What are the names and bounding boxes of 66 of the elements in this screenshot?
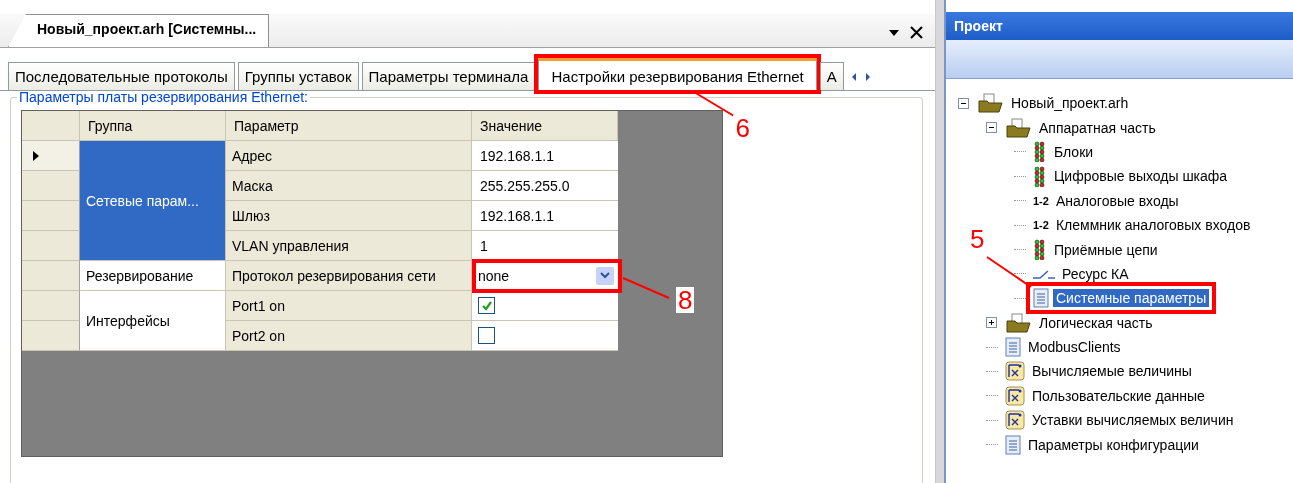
checkbox[interactable]: [478, 327, 495, 344]
folder-icon: [1006, 312, 1032, 333]
tree-item[interactable]: Системные параметры: [1053, 289, 1210, 308]
table-cell: VLAN управления: [226, 231, 472, 261]
collapse-icon[interactable]: [958, 97, 969, 109]
folder-icon: [1006, 117, 1032, 138]
tab[interactable]: Параметры терминала: [361, 62, 536, 90]
tree-item[interactable]: Аппаратная часть: [1036, 118, 1159, 137]
calculator-icon: [1005, 410, 1025, 431]
calculator-icon: [1005, 385, 1025, 406]
leader-line: [693, 91, 736, 117]
table-cell: Протокол резервирования сети: [226, 261, 472, 291]
column-header[interactable]: Группа: [80, 111, 226, 141]
table-cell[interactable]: Резервирование: [80, 261, 226, 291]
tree-item[interactable]: Уставки вычисляемых величин: [1029, 411, 1237, 430]
panel-title: Проект: [954, 18, 1003, 34]
header-corner: [22, 111, 80, 141]
table-cell: Маска: [226, 171, 472, 201]
tab[interactable]: Группы уставок: [237, 62, 359, 90]
checkbox[interactable]: [478, 297, 495, 314]
table-cell[interactable]: Сетевые парам...: [80, 141, 226, 261]
callout-number: 8: [676, 286, 695, 313]
table-cell: Port2 on: [226, 321, 472, 351]
table-cell: Шлюз: [226, 201, 472, 231]
leader-line: [622, 276, 670, 299]
tree-item[interactable]: ModbusClients: [1025, 338, 1124, 357]
calculator-icon: [1005, 361, 1025, 382]
tab[interactable]: А: [819, 62, 844, 90]
leader-line: [986, 256, 1032, 289]
tree-item[interactable]: Пользовательские данные: [1029, 386, 1208, 405]
table-cell[interactable]: 1: [476, 237, 488, 254]
tree-item[interactable]: Новый_проект.arh: [1008, 94, 1132, 113]
tree-item[interactable]: Клеммник аналоговых входов: [1052, 216, 1254, 235]
table-cell: Адрес: [226, 141, 472, 171]
tree-item[interactable]: Параметры конфигурации: [1025, 435, 1202, 454]
tree-item[interactable]: Цифровые выходы шкафа: [1051, 167, 1231, 186]
tab[interactable]: Последовательные протоколы: [8, 62, 235, 90]
switch-icon: [1033, 267, 1055, 280]
folder-icon: [978, 93, 1004, 114]
dropdown-icon[interactable]: [888, 28, 900, 37]
led-icon: [1033, 165, 1047, 187]
column-header[interactable]: Значение: [472, 111, 618, 141]
tree-item[interactable]: Аналоговые входы: [1052, 191, 1182, 210]
table-cell: Port1 on: [226, 291, 472, 321]
document-icon: [1033, 288, 1049, 309]
document-icon: [1005, 337, 1021, 358]
chevron-down-icon: [600, 272, 610, 279]
numeric-icon: 1-2: [1033, 219, 1049, 232]
document-icon: [1005, 434, 1021, 455]
numeric-icon: 1-2: [1033, 194, 1049, 207]
collapse-icon[interactable]: [986, 122, 997, 134]
dropdown-button[interactable]: [596, 266, 614, 285]
tree-item[interactable]: Логическая часть: [1036, 313, 1156, 332]
tab[interactable]: Настройки резервирования Ethernet: [538, 58, 817, 90]
document-tab[interactable]: Новый_проект.arh [Системны...: [8, 14, 270, 47]
tree-item[interactable]: Блоки: [1051, 143, 1097, 161]
close-icon[interactable]: [910, 26, 923, 39]
column-header[interactable]: Параметр: [226, 111, 472, 141]
table-cell[interactable]: Интерфейсы: [80, 291, 226, 351]
tree-item[interactable]: Вычисляемые величины: [1029, 362, 1195, 381]
tree-item[interactable]: Приёмные цепи: [1051, 240, 1161, 259]
expand-icon[interactable]: [986, 317, 997, 329]
current-row-icon: [32, 149, 40, 162]
led-icon: [1033, 141, 1047, 163]
tree-item[interactable]: Ресурс КА: [1059, 264, 1132, 283]
led-icon: [1033, 239, 1047, 261]
